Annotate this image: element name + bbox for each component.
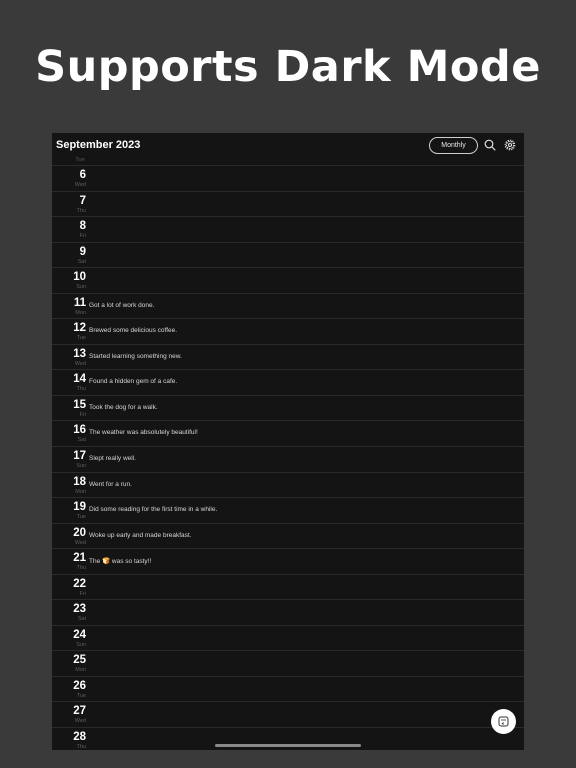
day-row[interactable]: 25 Mon [52, 650, 524, 676]
diary-entry[interactable]: Did some reading for the first time in a… [89, 506, 217, 513]
search-icon[interactable] [484, 139, 496, 151]
day-weekday: Fri [79, 590, 86, 597]
day-list: 6 Wed 7 Thu 8 Fri 9 Sat 10 Sun 11 Mon Got a lot of w… [52, 165, 524, 750]
day-number: 11 [73, 296, 86, 309]
day-weekday: Mon [75, 488, 86, 495]
day-row[interactable]: 18 Mon Went for a run. [52, 471, 524, 498]
day-row[interactable]: 15 Fri Took the dog for a walk. [52, 394, 524, 421]
day-row[interactable]: 19 Tue Did some reading for the first time… [52, 497, 524, 523]
diary-entry[interactable]: Slept really well. [89, 455, 136, 462]
day-row[interactable]: 9 Sat [52, 241, 524, 268]
day-row[interactable]: 10 Sun [52, 267, 524, 293]
day-weekday: Wed [74, 182, 86, 188]
day-number: 21 [73, 552, 86, 565]
view-mode-button[interactable]: Monthly [429, 137, 478, 154]
day-weekday: Sun [76, 284, 86, 291]
day-number: 25 [73, 654, 86, 667]
today-button[interactable] [491, 709, 516, 734]
day-row[interactable]: 21 Thu The 🍞 was so tasty!! [52, 548, 524, 574]
day-number: 17 [73, 450, 86, 463]
diary-entry[interactable]: Found a hidden gem of a cafe. [89, 378, 177, 385]
day-row[interactable]: 8 Fri [52, 216, 524, 242]
day-row[interactable]: 22 Fri [52, 573, 524, 600]
day-row[interactable]: 27 Wed [52, 701, 524, 727]
day-row[interactable]: 20 Wed Woke up early and made breakfast. [52, 522, 524, 549]
day-weekday: Sat [77, 616, 86, 623]
day-number: 20 [73, 526, 86, 539]
day-weekday: Fri [79, 233, 86, 240]
diary-entry[interactable]: Went for a run. [89, 481, 132, 488]
diary-entry[interactable]: Took the dog for a walk. [89, 404, 158, 411]
diary-entry[interactable]: The weather was absolutely beautiful! [89, 429, 198, 436]
day-number: 26 [73, 679, 86, 692]
day-weekday: Wed [74, 718, 86, 725]
day-row[interactable]: 11 Mon Got a lot of work done. [52, 292, 524, 319]
day-row[interactable]: 12 Tue Brewed some delicious coffee. [52, 318, 524, 344]
headline: Supports Dark Mode [35, 42, 541, 92]
diary-entry[interactable]: Started learning something new. [89, 353, 182, 360]
app-screen: September 2023 Monthly Tue 6 Wed 7 Thu 8 Fri 9… [52, 133, 524, 750]
day-number: 7 [79, 194, 86, 207]
day-number: 13 [73, 347, 86, 360]
day-number: 18 [73, 475, 86, 488]
day-number: 10 [73, 271, 86, 284]
previous-day-weekday: Tue [75, 157, 85, 163]
day-weekday: Mon [75, 667, 86, 674]
day-row[interactable]: 6 Wed [52, 165, 524, 191]
day-weekday: Sat [77, 258, 86, 265]
day-weekday: Sun [76, 641, 86, 648]
day-number: 28 [73, 731, 86, 744]
day-row[interactable]: 16 Sat The weather was absolutely beautifu… [52, 420, 524, 446]
day-number: 15 [73, 398, 86, 411]
home-indicator [215, 744, 361, 747]
day-number: 12 [73, 322, 86, 335]
day-weekday: Tue [76, 514, 86, 521]
day-row[interactable]: 24 Sun [52, 624, 524, 651]
day-weekday: Mon [75, 309, 86, 316]
day-number: 22 [73, 577, 86, 590]
day-row[interactable]: 13 Wed Started learning something new. [52, 343, 524, 370]
day-row[interactable]: 23 Sat [52, 599, 524, 625]
diary-entry[interactable]: The 🍞 was so tasty!! [89, 557, 151, 565]
day-number: 8 [79, 220, 86, 233]
day-weekday: Fri [79, 411, 86, 418]
day-weekday: Thu [76, 565, 86, 572]
month-title[interactable]: September 2023 [56, 139, 140, 151]
day-weekday: Tue [76, 692, 86, 699]
day-row[interactable]: 14 Thu Found a hidden gem of a cafe. [52, 369, 524, 395]
day-weekday: Sun [76, 463, 86, 470]
day-weekday: Thu [76, 386, 86, 393]
day-weekday: Sat [77, 437, 86, 444]
day-number: 6 [79, 169, 86, 181]
top-bar: September 2023 Monthly [52, 133, 524, 157]
diary-entry[interactable]: Brewed some delicious coffee. [89, 327, 177, 334]
day-number: 16 [73, 424, 86, 437]
diary-entry[interactable]: Woke up early and made breakfast. [89, 532, 192, 539]
day-weekday: Tue [76, 335, 86, 342]
calendar-return-icon [498, 716, 509, 727]
day-number: 27 [73, 705, 86, 718]
day-row[interactable]: 17 Sun Slept really well. [52, 446, 524, 472]
day-number: 14 [73, 373, 86, 386]
day-weekday: Thu [76, 207, 86, 214]
day-weekday: Wed [74, 360, 86, 367]
day-weekday: Wed [74, 539, 86, 546]
day-row[interactable]: 26 Tue [52, 675, 524, 702]
day-number: 23 [73, 603, 86, 616]
day-number: 19 [73, 501, 86, 514]
diary-entry[interactable]: Got a lot of work done. [89, 302, 154, 309]
day-row[interactable]: 7 Thu [52, 190, 524, 217]
day-number: 24 [73, 628, 86, 641]
gear-icon[interactable] [504, 139, 516, 151]
day-weekday: Thu [76, 744, 86, 750]
day-number: 9 [79, 245, 86, 258]
